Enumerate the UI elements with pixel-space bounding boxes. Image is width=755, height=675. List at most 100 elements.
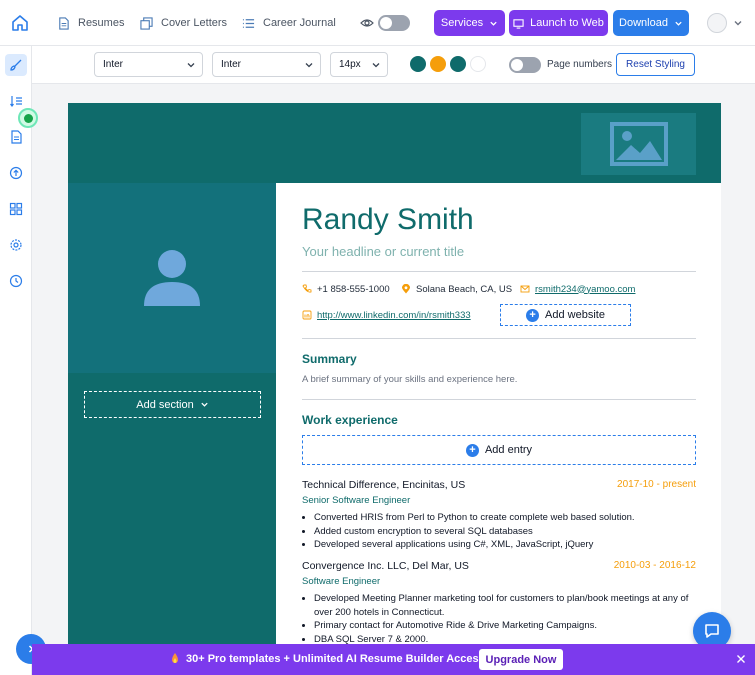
chevron-down-icon	[201, 402, 208, 407]
chevron-down-icon	[675, 21, 682, 26]
chevron-down-icon	[305, 63, 313, 68]
styling-toolbar: Inter Inter 14px Page numbers Reset Styl…	[32, 46, 755, 84]
mail-icon	[520, 285, 530, 293]
job-dates: 2017-10 - present	[617, 479, 696, 490]
contact-location[interactable]: Solana Beach, CA, US	[401, 282, 512, 296]
phone-icon	[302, 284, 312, 293]
plus-icon: +	[465, 443, 479, 457]
resume-name[interactable]: Randy Smith	[302, 203, 474, 237]
sidebar-design[interactable]	[5, 54, 27, 76]
download-button[interactable]: Download	[613, 10, 689, 36]
services-button[interactable]: Services	[434, 10, 505, 36]
job-entry[interactable]: Technical Difference, Encinitas, US 2017…	[302, 479, 696, 552]
job-bullets: Converted HRIS from Perl to Python to cr…	[302, 511, 696, 552]
resume-headline[interactable]: Your headline or current title	[302, 244, 464, 259]
work-experience-heading[interactable]: Work experience	[302, 413, 398, 427]
job-bullet: Primary contact for Automotive Ride & Dr…	[314, 619, 696, 633]
home-icon[interactable]	[10, 13, 30, 33]
chevron-down-icon[interactable]	[733, 18, 743, 28]
body-font-value: Inter	[221, 59, 242, 70]
fire-icon	[172, 653, 178, 663]
resume-left-column: Add section	[68, 183, 276, 644]
sidebar-document[interactable]	[5, 126, 27, 148]
add-section-button[interactable]: Add section	[84, 391, 261, 418]
list-icon	[242, 18, 255, 28]
banner-text: 30+ Pro templates + Unlimited AI Resume …	[186, 653, 485, 665]
copy-icon	[140, 16, 153, 30]
summary-heading[interactable]: Summary	[302, 352, 357, 366]
preview-toggle[interactable]	[378, 15, 410, 31]
page-numbers-label: Page numbers	[547, 59, 613, 70]
nav-cover-letters[interactable]: Cover Letters	[140, 0, 227, 46]
job-bullet: Added custom encryption to several SQL d…	[314, 525, 696, 539]
status-indicator	[18, 108, 38, 128]
nav-career-journal[interactable]: Career Journal	[242, 0, 336, 46]
sidebar-settings[interactable]	[5, 234, 27, 256]
reset-styling-button[interactable]: Reset Styling	[616, 53, 695, 76]
add-entry-label: Add entry	[484, 444, 533, 456]
color-swatch-accent[interactable]	[430, 56, 446, 72]
top-nav-bar: Resumes Cover Letters Career Journal Ser…	[0, 0, 755, 46]
body-font-select[interactable]: Inter	[212, 52, 321, 77]
upload-circle-icon	[9, 166, 23, 180]
divider	[302, 271, 696, 272]
user-avatar[interactable]	[707, 13, 727, 33]
color-swatch-secondary[interactable]	[450, 56, 466, 72]
add-section-label: Add section	[136, 398, 194, 411]
heading-font-select[interactable]: Inter	[94, 52, 203, 77]
header-image-placeholder[interactable]	[581, 113, 696, 175]
sidebar-sections[interactable]	[5, 198, 27, 220]
clock-icon	[9, 274, 23, 288]
nav-cover-letters-label: Cover Letters	[161, 17, 228, 29]
nav-resumes[interactable]: Resumes	[57, 0, 124, 46]
nav-resumes-label: Resumes	[78, 17, 125, 29]
location-value: Solana Beach, CA, US	[416, 283, 513, 295]
job-dates: 2010-03 - 2016-12	[613, 560, 696, 571]
contact-phone[interactable]: +1 858-555-1000	[302, 282, 390, 296]
sidebar-upload[interactable]	[5, 162, 27, 184]
job-bullet: Developed several applications using C#,…	[314, 538, 696, 552]
sidebar-history[interactable]	[5, 270, 27, 292]
color-swatch-primary[interactable]	[410, 56, 426, 72]
contact-linkedin[interactable]: http://www.linkedin.com/in/rsmith333	[302, 308, 471, 322]
chevron-down-icon	[187, 63, 195, 68]
job-bullet: Developed Meeting Planner marketing tool…	[314, 592, 696, 606]
add-website-button[interactable]: + Add website	[500, 304, 631, 326]
contact-email[interactable]: rsmith234@yamoo.com	[520, 282, 635, 296]
upgrade-banner: 30+ Pro templates + Unlimited AI Resume …	[32, 644, 755, 675]
launch-to-web-button[interactable]: Launch to Web	[509, 10, 608, 36]
font-size-select[interactable]: 14px	[330, 52, 388, 77]
color-swatch-background[interactable]	[470, 56, 486, 72]
download-label: Download	[619, 17, 668, 29]
job-title: Senior Software Engineer	[302, 495, 411, 506]
email-value: rsmith234@yamoo.com	[535, 283, 636, 295]
resume-page: Add section Randy Smith Your headline or…	[68, 103, 721, 644]
divider	[302, 399, 696, 400]
page-numbers-toggle[interactable]	[509, 57, 541, 73]
document-icon	[11, 130, 22, 144]
job-title: Software Engineer	[302, 576, 381, 587]
linkedin-icon	[302, 310, 312, 320]
document-icon	[59, 16, 69, 30]
phone-value: +1 858-555-1000	[317, 283, 390, 295]
job-bullet: Converted HRIS from Perl to Python to cr…	[314, 511, 696, 525]
user-icon	[144, 250, 200, 306]
map-pin-icon	[402, 284, 410, 294]
job-bullet-continuation: over 200 hotels in Connecticut.	[314, 606, 445, 618]
upgrade-now-button[interactable]: Upgrade Now	[479, 649, 563, 670]
job-company: Convergence Inc. LLC, Del Mar, US	[302, 560, 469, 572]
gear-icon	[10, 239, 22, 251]
services-label: Services	[440, 17, 484, 29]
nav-career-journal-label: Career Journal	[263, 17, 336, 29]
linkedin-value: http://www.linkedin.com/in/rsmith333	[317, 309, 471, 321]
close-icon[interactable]	[736, 654, 746, 664]
profile-photo-placeholder[interactable]	[68, 183, 276, 373]
chevron-down-icon	[490, 21, 497, 26]
job-entry[interactable]: Convergence Inc. LLC, Del Mar, US 2010-0…	[302, 560, 696, 644]
summary-text[interactable]: A brief summary of your skills and exper…	[302, 374, 517, 385]
eye-icon	[360, 19, 374, 27]
image-icon	[609, 122, 668, 166]
brush-icon	[10, 59, 22, 71]
font-size-value: 14px	[339, 59, 361, 70]
add-entry-button[interactable]: + Add entry	[302, 435, 696, 465]
